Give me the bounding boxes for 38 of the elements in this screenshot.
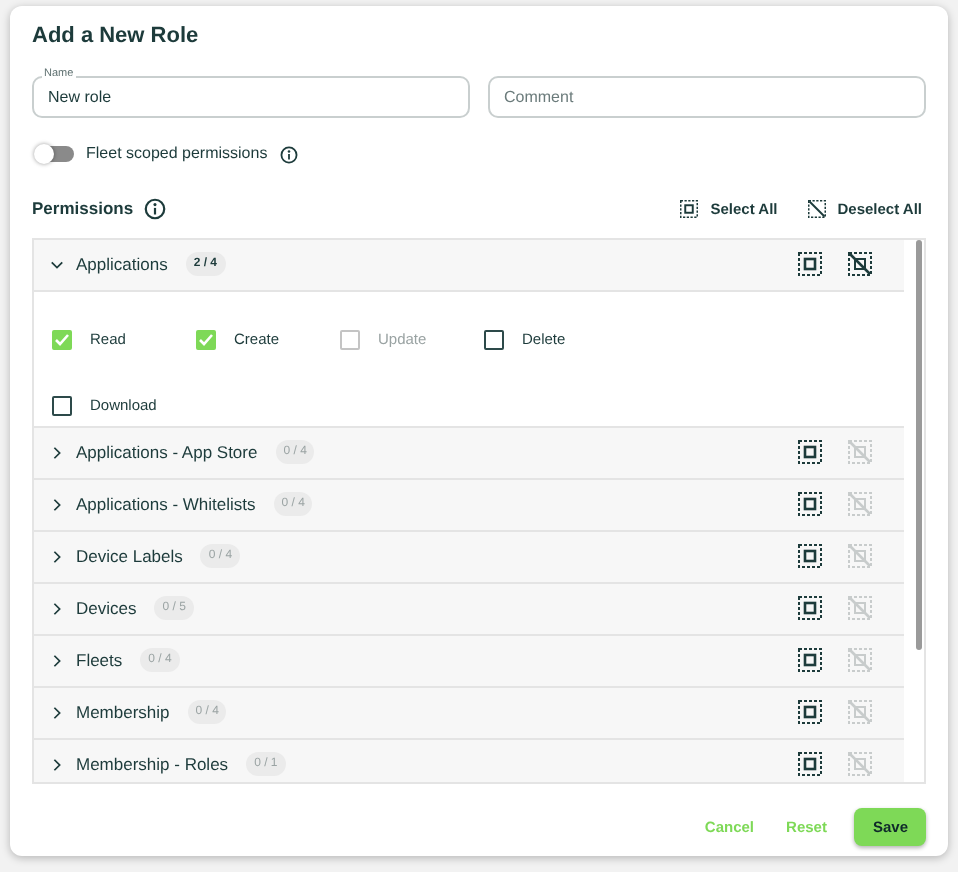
select-all-icon[interactable] bbox=[798, 440, 822, 465]
chevron-icon[interactable] bbox=[50, 257, 64, 272]
deselect-all-icon[interactable] bbox=[848, 252, 872, 277]
chevron-icon[interactable] bbox=[50, 445, 64, 460]
deselect-all-icon bbox=[807, 199, 826, 218]
group-name: Membership - Roles bbox=[76, 751, 229, 778]
group-name: Devices bbox=[76, 595, 137, 622]
select-all-icon[interactable] bbox=[798, 752, 822, 777]
chevron-icon[interactable] bbox=[50, 757, 64, 772]
group-name: Applications - App Store bbox=[76, 439, 258, 466]
dialog-title: Add a New Role bbox=[32, 22, 201, 50]
group-name: Device Labels bbox=[76, 543, 183, 570]
select-all-icon[interactable] bbox=[798, 700, 822, 725]
permissions-heading: Permissions bbox=[32, 196, 134, 222]
info-icon[interactable] bbox=[143, 197, 166, 220]
group-name: Applications bbox=[76, 251, 168, 278]
checkbox[interactable] bbox=[52, 396, 72, 416]
scrollbar[interactable] bbox=[916, 239, 922, 650]
chevron-icon[interactable] bbox=[50, 601, 64, 616]
select-all-icon[interactable] bbox=[798, 648, 822, 673]
toggle-switch[interactable] bbox=[36, 146, 74, 162]
group-name: Fleets bbox=[76, 647, 123, 674]
checkbox[interactable] bbox=[484, 329, 504, 349]
toggle-label: Fleet scoped permissions bbox=[86, 142, 268, 166]
chevron-icon[interactable] bbox=[50, 653, 64, 668]
select-all-icon[interactable] bbox=[798, 252, 822, 277]
select-all-icon bbox=[680, 199, 699, 218]
comment-field[interactable]: Comment bbox=[488, 76, 926, 118]
group-name: Membership bbox=[76, 699, 170, 726]
name-field[interactable]: New role bbox=[32, 76, 470, 118]
group-name: Applications - Whitelists bbox=[76, 491, 256, 518]
select-all-icon[interactable] bbox=[798, 544, 822, 569]
chevron-icon[interactable] bbox=[50, 497, 64, 512]
chevron-icon[interactable] bbox=[50, 549, 64, 564]
info-icon[interactable] bbox=[279, 145, 298, 163]
chevron-icon[interactable] bbox=[50, 705, 64, 720]
select-all-icon[interactable] bbox=[798, 492, 822, 517]
select-all-icon[interactable] bbox=[798, 596, 822, 621]
